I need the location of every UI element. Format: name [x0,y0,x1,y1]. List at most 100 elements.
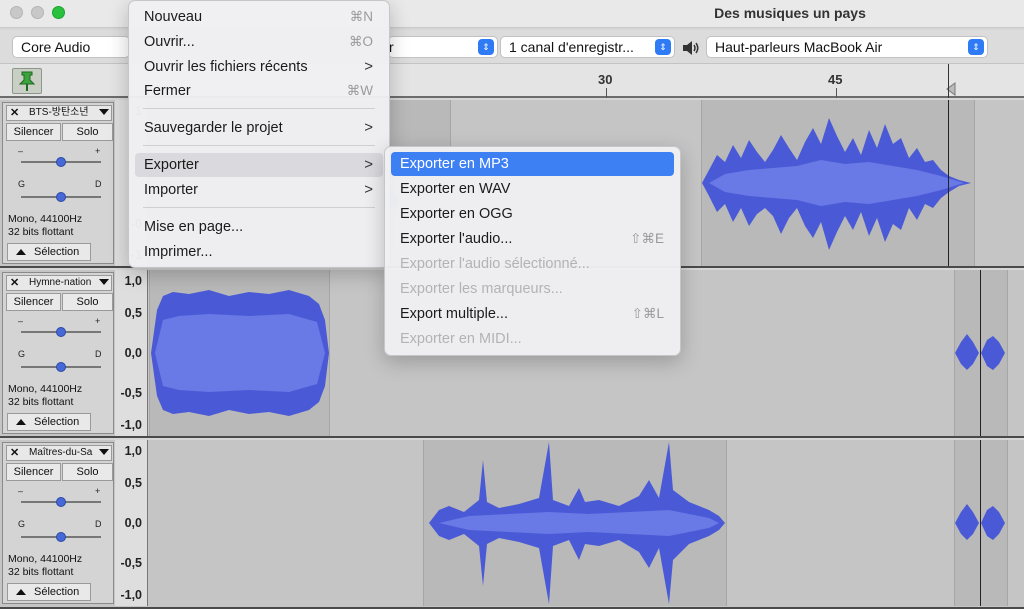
pan-right-label: D [95,349,102,359]
menu-item-export-markers: Exporter les marqueurs... [391,277,674,301]
chevron-right-icon: > [364,58,373,75]
select-track-button[interactable]: Sélection [7,413,91,431]
speaker-icon [683,41,699,55]
menu-item-label: Exporter en WAV [400,181,511,197]
select-arrows-icon: ⇕ [968,39,984,55]
menu-item-export[interactable]: Exporter > [135,153,383,177]
chevron-right-icon: > [364,156,373,173]
menu-item-close[interactable]: Fermer ⌘W [135,79,383,103]
playback-device-select[interactable]: Haut-parleurs MacBook Air ⇕ [706,36,988,58]
select-arrows-icon: ⇕ [478,39,494,55]
pin-playhead-button[interactable] [12,68,42,94]
shortcut-label: ⌘W [346,83,373,98]
track-menu-dropdown-icon[interactable] [99,279,109,285]
scale-label: -1,0 [120,588,142,602]
gain-minus-label: – [18,146,24,156]
menu-item-open-recent[interactable]: Ouvrir les fichiers récents > [135,55,383,79]
track-control-panel: Hymne-nation ✕ Silencer Solo – + G D Mon… [2,272,114,434]
track-bit-depth: 32 bits flottant [8,396,74,408]
pan-slider-knob[interactable] [56,532,66,542]
menu-item-export-audio[interactable]: Exporter l'audio... ⇧⌘E [391,227,674,251]
menu-item-label: Exporter en OGG [400,206,513,222]
menu-item-export-midi: Exporter en MIDI... [391,327,674,351]
menu-item-export-multiple[interactable]: Export multiple... ⇧⌘L [391,302,674,326]
track-name: Hymne-nation [29,277,92,288]
select-button-label: Sélection [34,586,80,598]
zoom-window-button[interactable] [52,6,65,19]
scale-label: 0,0 [124,346,142,360]
mute-button[interactable]: Silencer [6,463,61,481]
track-menu-dropdown-icon[interactable] [99,449,109,455]
track-name-menu[interactable]: Maîtres-du-Sa [6,445,112,461]
select-button-label: Sélection [34,246,80,258]
pan-slider-knob[interactable] [56,362,66,372]
mute-button[interactable]: Silencer [6,123,61,141]
track-name-menu[interactable]: Hymne-nation [6,275,112,291]
menu-item-print[interactable]: Imprimer... [135,240,383,264]
recording-device-select[interactable]: r ⇕ [388,36,498,58]
gain-plus-label: + [95,146,101,156]
track-format: Mono, 44100Hz [8,213,83,225]
scale-label: 0,5 [124,476,142,490]
file-menu: Nouveau ⌘N Ouvrir... ⌘O Ouvrir les fichi… [128,0,390,268]
waveform-area[interactable] [149,440,1024,606]
solo-button[interactable]: Solo [62,123,113,141]
pan-slider-knob[interactable] [56,192,66,202]
menu-item-open[interactable]: Ouvrir... ⌘O [135,30,383,54]
gain-slider-knob[interactable] [56,497,66,507]
menu-item-save-project[interactable]: Sauvegarder le projet > [135,116,383,140]
minimize-window-button[interactable] [31,6,44,19]
pan-right-label: D [95,179,102,189]
menu-item-export-mp3[interactable]: Exporter en MP3 [391,152,674,176]
close-window-button[interactable] [10,6,23,19]
scale-label: -0,5 [120,386,142,400]
select-button-label: Sélection [34,416,80,428]
shortcut-label: ⌘N [349,9,373,24]
menu-item-export-selected-audio: Exporter l'audio sélectionné... [391,252,674,276]
amplitude-scale: 1,0 0,5 0,0 -0,5 -1,0 [115,440,148,606]
close-track-icon[interactable]: ✕ [10,446,19,459]
playhead-line [948,64,949,98]
select-track-button[interactable]: Sélection [7,243,91,261]
audio-host-select[interactable]: Core Audio [12,36,130,58]
gain-slider-knob[interactable] [56,327,66,337]
track-menu-dropdown-icon[interactable] [99,109,109,115]
close-track-icon[interactable]: ✕ [10,276,19,289]
solo-button[interactable]: Solo [62,463,113,481]
cursor-line [980,270,981,436]
gain-plus-label: + [95,486,101,496]
close-track-icon[interactable]: ✕ [10,106,19,119]
track-control-panel: Maîtres-du-Sa ✕ Silencer Solo – + G D Mo… [2,442,114,604]
collapse-arrow-icon [16,419,26,425]
scale-label: 1,0 [124,444,142,458]
select-track-button[interactable]: Sélection [7,583,91,601]
gain-plus-label: + [95,316,101,326]
menu-item-import[interactable]: Importer > [135,178,383,202]
scale-label: -1,0 [120,418,142,432]
ruler-tick [836,88,837,98]
audio-host-value: Core Audio [21,39,91,55]
track-format: Mono, 44100Hz [8,383,83,395]
mute-button[interactable]: Silencer [6,293,61,311]
solo-button[interactable]: Solo [62,293,113,311]
menu-item-label: Imprimer... [144,244,213,260]
menu-item-label: Exporter l'audio... [400,231,513,247]
play-region-marker-icon[interactable] [945,82,957,96]
ruler-label-45: 45 [828,72,843,87]
channels-select[interactable]: 1 canal d'enregistr... ⇕ [500,36,675,58]
menu-item-page-setup[interactable]: Mise en page... [135,215,383,239]
menu-item-new[interactable]: Nouveau ⌘N [135,5,383,29]
gain-minus-label: – [18,316,24,326]
menu-item-label: Importer [144,182,198,198]
menu-item-label: Exporter en MIDI... [400,331,522,347]
menu-item-export-ogg[interactable]: Exporter en OGG [391,202,674,226]
collapse-arrow-icon [16,589,26,595]
shortcut-label: ⌘O [348,34,373,49]
menu-item-label: Exporter en MP3 [400,156,509,172]
menu-item-export-wav[interactable]: Exporter en WAV [391,177,674,201]
gain-slider-knob[interactable] [56,157,66,167]
track-name-menu[interactable]: BTS-방탄소년 [6,105,112,121]
pan-left-label: G [18,179,26,189]
scale-label: -0,5 [120,556,142,570]
window-title: Des musiques un pays [714,5,866,21]
